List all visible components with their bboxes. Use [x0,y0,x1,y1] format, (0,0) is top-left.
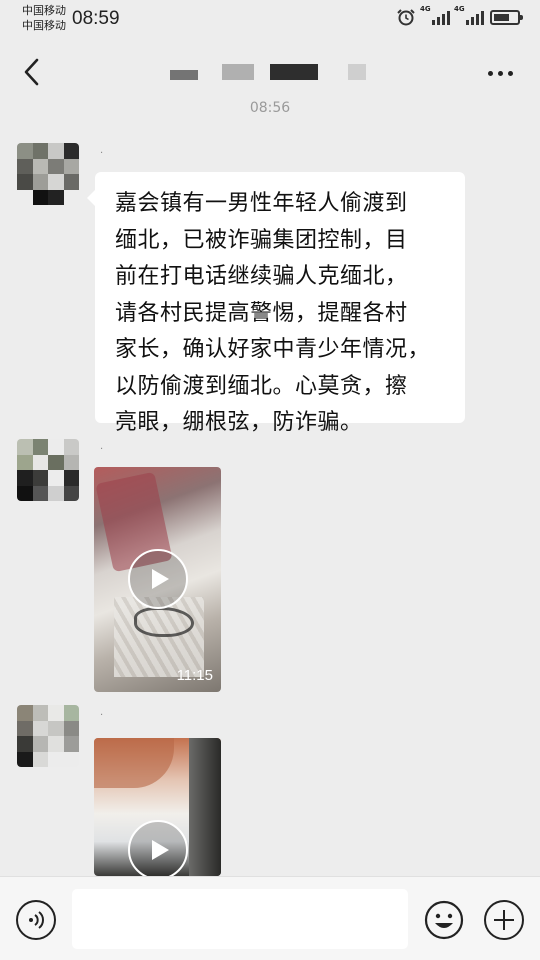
message-input[interactable] [72,889,408,949]
voice-icon [29,911,44,929]
avatar[interactable] [17,439,79,501]
play-icon [152,840,169,860]
voice-button[interactable] [16,900,56,940]
play-icon [152,569,169,589]
text-message-bubble[interactable]: 嘉会镇有一男性年轻人偷渡到 缅北，已被诈骗集团控制，目 前在打电话继续骗人克缅北… [87,172,465,435]
alarm-icon [397,9,415,26]
play-button[interactable] [128,549,188,609]
video-duration: 11:15 [176,667,213,684]
signal-icon: 4G [454,5,484,25]
sender-name: · [100,148,104,159]
avatar[interactable] [17,705,79,767]
sender-name: · [100,444,104,455]
message-input-bar [0,876,540,960]
network-type-1: 4G [420,5,431,13]
emoji-button[interactable] [424,900,464,940]
back-button[interactable] [14,54,50,90]
video-message[interactable] [94,738,221,876]
carrier-info: 中国移动 中国移动 [22,3,66,33]
sender-name: · [100,710,104,721]
message-timestamp: 08:56 [249,100,291,116]
chevron-left-icon [24,58,39,86]
avatar[interactable] [17,143,79,205]
emoji-icon [424,900,464,940]
plus-button[interactable] [484,900,524,940]
message-text: 嘉会镇有一男性年轻人偷渡到 缅北，已被诈骗集团控制，目 前在打电话继续骗人克缅北… [115,191,431,435]
battery-icon [490,9,523,25]
signal-icon: 4G [420,5,450,25]
network-type-2: 4G [454,5,465,13]
status-time: 08:59 [72,8,120,29]
status-bar: 中国移动 中国移动 08:59 4G 4G [0,0,540,38]
play-button[interactable] [128,820,188,876]
status-icons: 4G 4G [396,5,523,26]
more-dots-icon [487,70,493,76]
carrier-1: 中国移动 [22,4,66,17]
carrier-2: 中国移动 [22,19,66,32]
chat-title [170,60,370,88]
video-message[interactable]: 11:15 [94,467,221,692]
more-button[interactable] [480,58,520,88]
